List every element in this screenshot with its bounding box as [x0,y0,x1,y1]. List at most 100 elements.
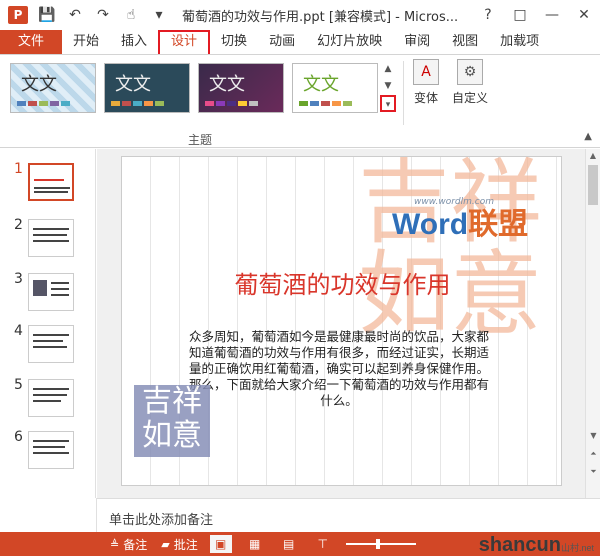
window-title: 葡萄酒的功效与作用.ppt [兼容模式] - Micros... [182,9,459,25]
comment-icon: ▰ [161,537,170,551]
tab-animations[interactable]: 动画 [258,30,306,54]
slide-thumbnail[interactable] [28,163,74,201]
slide-thumbnail[interactable] [28,431,74,469]
theme-swatches [205,101,258,106]
gallery-more-button[interactable]: ▾ [380,95,396,112]
theme-gallery-scroll: ▲ ▼ ▾ [380,61,396,112]
slide-number: 1 [14,161,23,177]
touch-mode-icon[interactable]: ☝ [122,7,140,23]
tab-addins[interactable]: 加载项 [489,30,550,54]
customize-label: 自定义 [451,91,488,105]
theme-swatches [299,101,352,106]
variant-label: 变体 [413,91,438,105]
current-slide[interactable]: 吉祥如意 www.wordlm.com Word联盟 葡萄酒的功效与作用 众多周… [121,156,562,486]
slide-item[interactable]: 2 [0,215,96,265]
notes-label: 备注 [123,537,148,552]
variant-button[interactable]: A 变体 [408,59,444,105]
tab-view[interactable]: 视图 [441,30,489,54]
reading-view-icon[interactable]: ▤ [278,535,300,553]
help-icon[interactable]: ? [472,7,504,23]
slide-item[interactable]: 3 [0,269,96,319]
ribbon-divider [403,61,404,125]
normal-view-icon[interactable]: ▣ [209,535,232,553]
tab-design[interactable]: 设计 [158,30,211,54]
theme-label: 文文 [115,74,151,95]
zoom-slider[interactable] [345,539,416,549]
logo-cn-text: 联盟 [468,208,529,241]
slide-title[interactable]: 葡萄酒的功效与作用 [122,265,561,300]
slide-thumbnails-panel: 1 2 3 4 5 6 [0,149,96,498]
ribbon-display-icon[interactable]: □ [504,7,536,23]
slide-item[interactable]: 4 [0,321,96,371]
slide-editing-area: 吉祥如意 www.wordlm.com Word联盟 葡萄酒的功效与作用 众多周… [97,149,585,498]
slide-thumbnail[interactable] [28,379,74,417]
word-lianmeng-logo: Word联盟 [392,199,528,243]
comments-toggle-button[interactable]: ▰ 批注 [161,536,197,553]
slide-thumbnail[interactable] [28,219,74,257]
collapse-ribbon-icon[interactable]: ▲ [584,131,592,142]
slideshow-icon[interactable]: ⊤ [312,535,334,553]
theme-label: 文文 [303,74,339,95]
calligraphy-watermark: 吉祥如意 [358,156,543,348]
title-bar: P 💾 ↶ ↷ ☝ ▾ 葡萄酒的功效与作用.ppt [兼容模式] - Micro… [0,0,600,30]
notes-placeholder[interactable]: 单击此处添加备注 [109,509,213,528]
tab-file[interactable]: 文件 [0,30,62,54]
watermark-text: shancun [478,534,561,556]
status-bar: ≜ 备注 ▰ 批注 ▣ ▦ ▤ ⊤ shancun山村.net [0,532,600,556]
undo-icon[interactable]: ↶ [66,7,84,23]
slide-sorter-icon[interactable]: ▦ [244,535,266,553]
next-slide-icon[interactable]: ⏷ [586,467,600,477]
quick-access-toolbar: 💾 ↶ ↷ ☝ ▾ [38,7,168,23]
vertical-scrollbar[interactable]: ▲ ▼ ⏶ ⏷ [585,149,600,498]
theme-thumbnail[interactable]: 文文 [292,63,378,113]
slide-thumbnail[interactable] [28,325,74,363]
redo-icon[interactable]: ↷ [94,7,112,23]
logo-word-text: Word [392,208,469,241]
powerpoint-icon: P [8,6,28,24]
scroll-down-icon[interactable]: ▼ [586,431,600,440]
calligraphy-stamp: 吉祥如意 [134,385,210,457]
scroll-up-icon[interactable]: ▲ [380,61,396,78]
slide-body-text[interactable]: 众多周知，葡萄酒如今是最健康最时尚的饮品，大家都知道葡萄酒的功效与作用有很多，而… [186,329,492,409]
ribbon-design: 文文 文文 文文 文文 ▲ ▼ ▾ A 变体 ⚙ 自定义 主题 ▲ [0,54,600,148]
window-controls: ? □ — ✕ [472,0,600,30]
save-icon[interactable]: 💾 [38,7,56,23]
slide-number: 3 [14,271,23,287]
tab-transitions[interactable]: 切换 [210,30,258,54]
tab-review[interactable]: 审阅 [393,30,441,54]
scrollbar-thumb[interactable] [588,165,598,205]
ribbon-tabs: 文件 开始 插入 设计 切换 动画 幻灯片放映 审阅 视图 加载项 [0,30,600,54]
theme-swatches [17,101,70,106]
theme-label: 文文 [209,74,245,95]
panel-spacer [0,498,97,532]
tab-home[interactable]: 开始 [62,30,110,54]
watermark-cn: 山村 [560,543,579,553]
theme-thumbnail[interactable]: 文文 [10,63,96,113]
tab-slideshow[interactable]: 幻灯片放映 [306,30,393,54]
theme-thumbnail[interactable]: 文文 [104,63,190,113]
slide-number: 6 [14,429,23,445]
notes-pane[interactable]: 单击此处添加备注 [97,498,600,532]
minimize-icon[interactable]: — [536,7,568,23]
slide-thumbnail[interactable] [28,273,74,311]
close-icon[interactable]: ✕ [568,7,600,23]
theme-thumbnail[interactable]: 文文 [198,63,284,113]
previous-slide-icon[interactable]: ⏶ [586,449,600,459]
scroll-down-icon[interactable]: ▼ [380,78,396,95]
scroll-up-icon[interactable]: ▲ [586,149,600,163]
theme-label: 文文 [21,74,57,95]
watermark-tld: .net [578,543,594,553]
customize-icon: ⚙ [457,59,483,85]
slide-item[interactable]: 5 [0,375,96,425]
slide-item[interactable]: 1 [0,159,96,209]
customize-icon[interactable]: ▾ [150,7,168,23]
slide-number: 2 [14,217,23,233]
slide-number: 5 [14,377,23,393]
notes-toggle-button[interactable]: ≜ 备注 [110,536,147,553]
theme-swatches [111,101,164,106]
notes-icon: ≜ [110,537,120,551]
slide-item[interactable]: 6 [0,427,96,477]
tab-insert[interactable]: 插入 [110,30,158,54]
customize-button[interactable]: ⚙ 自定义 [450,59,490,105]
slide-number: 4 [14,323,23,339]
